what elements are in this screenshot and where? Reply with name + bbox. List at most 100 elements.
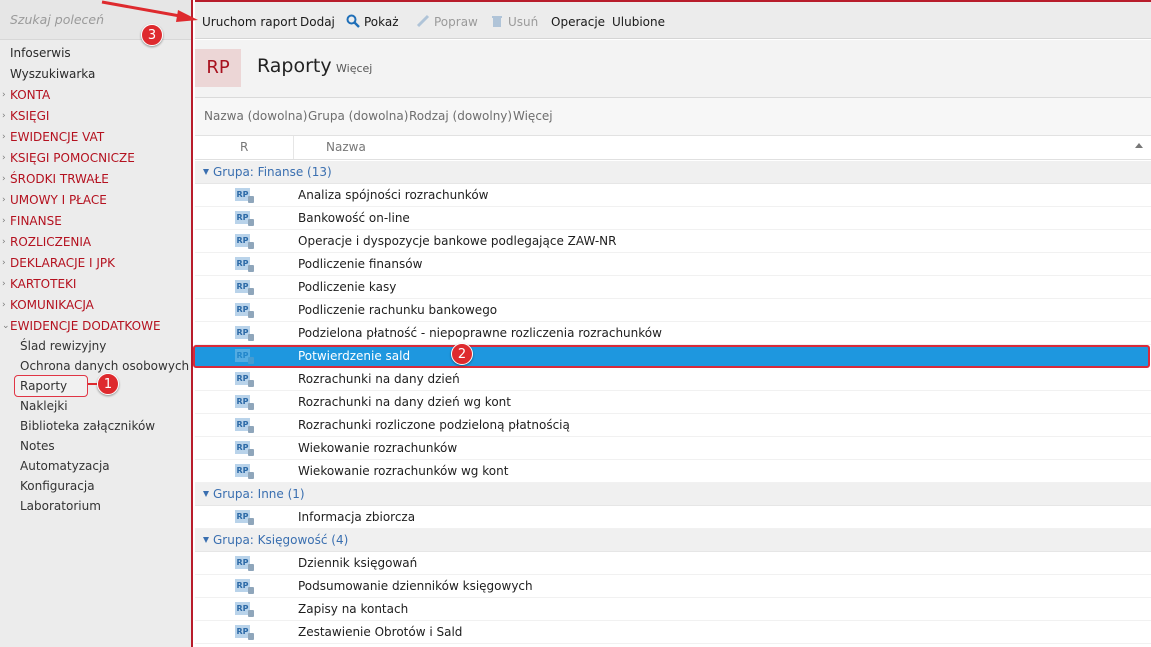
sidebar-subitem-6[interactable]: Notes: [0, 436, 191, 456]
group-header[interactable]: Grupa: Księgowość (4): [195, 529, 1151, 552]
group-label: Grupa: Finanse (13): [213, 165, 332, 179]
report-name: Bankowość on-line: [298, 211, 410, 225]
sidebar-item-label: KSIĘGI: [10, 109, 50, 123]
sidebar-subitem-3[interactable]: Raporty: [14, 375, 88, 397]
table-row[interactable]: RP Wiekowanie rozrachunków: [195, 437, 1151, 460]
report-name: Wiekowanie rozrachunków wg kont: [298, 464, 509, 478]
search-input[interactable]: Szukaj poleceń: [10, 12, 160, 30]
table-row[interactable]: RP Podliczenie finansów: [195, 253, 1151, 276]
report-name: Potwierdzenie sald: [298, 349, 411, 363]
report-name: Zapisy na kontach: [298, 602, 409, 616]
table-row[interactable]: RP Rozrachunki na dany dzień wg kont: [195, 391, 1151, 414]
filter-kind[interactable]: Rodzaj (dowolny): [409, 109, 512, 123]
table-row[interactable]: RP Podliczenie kasy: [195, 276, 1151, 299]
table-row[interactable]: RP Podsumowanie dzienników księgowych: [195, 575, 1151, 598]
filter-name[interactable]: Nazwa (dowolna): [204, 109, 307, 123]
report-locked-icon: RP: [235, 326, 255, 342]
lock-icon: [248, 334, 254, 341]
sidebar-item-7[interactable]: › ŚRODKI TRWAŁE: [0, 169, 191, 190]
table-row[interactable]: RP Rozrachunki rozliczone podzieloną płat…: [195, 414, 1151, 437]
sidebar-subitem-label: Laboratorium: [20, 499, 101, 513]
column-divider: [293, 136, 294, 159]
sidebar-item-13[interactable]: › KOMUNIKACJA: [0, 295, 191, 316]
sidebar-item-12[interactable]: › KARTOTEKI: [0, 274, 191, 295]
show-button[interactable]: Pokaż: [346, 13, 399, 31]
table-row[interactable]: RP Podzielona płatność - niepoprawne rozl…: [195, 322, 1151, 345]
sidebar-subitem-5[interactable]: Biblioteka załączników: [0, 416, 191, 436]
sidebar-item-8[interactable]: › UMOWY I PŁACE: [0, 190, 191, 211]
sidebar-subitem-1[interactable]: Ślad rewizyjny: [0, 336, 191, 356]
chevron-right-icon: ›: [2, 216, 6, 226]
table-row[interactable]: RP Zapisy na kontach: [195, 598, 1151, 621]
report-name: Wiekowanie rozrachunków: [298, 441, 458, 455]
sort-ascending-icon[interactable]: [1135, 143, 1143, 148]
sidebar-subitem-4[interactable]: Naklejki: [0, 396, 191, 416]
add-button[interactable]: Dodaj: [300, 13, 335, 31]
report-locked-icon: RP: [235, 234, 255, 250]
header-more-link[interactable]: Więcej: [336, 62, 372, 75]
column-header-name[interactable]: Nazwa: [326, 140, 366, 154]
sidebar-item-11[interactable]: › DEKLARACJE I JPK: [0, 253, 191, 274]
sidebar-subitem-2[interactable]: Ochrona danych osobowych: [0, 356, 191, 376]
sidebar-item-4[interactable]: › KSIĘGI: [0, 106, 191, 127]
sidebar-item-1[interactable]: Infoserwis: [0, 43, 191, 64]
sidebar-subitem-label: Automatyzacja: [20, 459, 110, 473]
lock-icon: [248, 449, 254, 456]
chevron-right-icon: ›: [2, 153, 6, 163]
filter-group[interactable]: Grupa (dowolna): [308, 109, 408, 123]
sidebar-item-label: Infoserwis: [10, 46, 71, 60]
add-label: Dodaj: [300, 15, 335, 29]
sidebar-item-10[interactable]: › ROZLICZENIA: [0, 232, 191, 253]
sidebar-item-5[interactable]: › EWIDENCJE VAT: [0, 127, 191, 148]
sidebar-item-label: KONTA: [10, 88, 51, 102]
sidebar-item-label: KOMUNIKACJA: [10, 298, 94, 312]
table-row[interactable]: RP Dziennik księgowań: [195, 552, 1151, 575]
sidebar-item-label: ROZLICZENIA: [10, 235, 92, 249]
table-row-selected[interactable]: RP Potwierdzenie sald: [193, 345, 1150, 368]
favorites-menu[interactable]: Ulubione: [612, 13, 665, 31]
lock-icon: [248, 403, 254, 410]
filter-bar: Nazwa (dowolna) Grupa (dowolna) Rodzaj (…: [195, 98, 1151, 136]
table-row[interactable]: RP Analiza spójności rozrachunków: [195, 184, 1151, 207]
sidebar-item-label: DEKLARACJE I JPK: [10, 256, 116, 270]
edit-button[interactable]: Popraw: [416, 13, 478, 31]
lock-icon: [248, 472, 254, 479]
table-row[interactable]: RP Informacja zbiorcza: [195, 506, 1151, 529]
sidebar-item-9[interactable]: › FINANSE: [0, 211, 191, 232]
report-locked-icon: RP: [235, 579, 255, 595]
collapse-triangle-icon[interactable]: [203, 169, 209, 175]
delete-button[interactable]: Usuń: [490, 13, 538, 31]
group-header[interactable]: Grupa: Inne (1): [195, 483, 1151, 506]
sidebar-subitem-9[interactable]: Laboratorium: [0, 496, 191, 516]
lock-icon: [248, 219, 254, 226]
table-row[interactable]: RP Wiekowanie rozrachunków wg kont: [195, 460, 1151, 483]
column-header-r[interactable]: R: [240, 140, 248, 154]
annotation-marker-2: 2: [451, 343, 473, 365]
sidebar-item-14[interactable]: ⌄ EWIDENCJE DODATKOWE: [0, 316, 191, 337]
table-row[interactable]: RP Operacje i dyspozycje bankowe podlegaj…: [195, 230, 1151, 253]
lock-icon: [248, 311, 254, 318]
sidebar-subitem-7[interactable]: Automatyzacja: [0, 456, 191, 476]
filter-more[interactable]: Więcej: [513, 109, 553, 123]
collapse-triangle-icon[interactable]: [203, 491, 209, 497]
table-row[interactable]: RP Zestawienie Obrotów i Sald: [195, 621, 1151, 644]
operations-menu[interactable]: Operacje: [551, 13, 605, 31]
run-report-button[interactable]: Uruchom raport: [202, 13, 297, 31]
sidebar-subitem-8[interactable]: Konfiguracja: [0, 476, 191, 496]
table-row[interactable]: RP Rozrachunki na dany dzień: [195, 368, 1151, 391]
table-row[interactable]: RP Podliczenie rachunku bankowego: [195, 299, 1151, 322]
sidebar-item-6[interactable]: › KSIĘGI POMOCNICZE: [0, 148, 191, 169]
group-header[interactable]: Grupa: Finanse (13): [195, 161, 1151, 184]
sidebar-item-3[interactable]: › KONTA: [0, 85, 191, 106]
collapse-triangle-icon[interactable]: [203, 537, 209, 543]
table-row[interactable]: RP Bankowość on-line: [195, 207, 1151, 230]
report-name: Podzielona płatność - niepoprawne rozlic…: [298, 326, 662, 340]
sidebar-item-label: FINANSE: [10, 214, 62, 228]
annotation-marker-1: 1: [97, 373, 119, 395]
lock-icon: [248, 633, 254, 640]
chevron-right-icon: ›: [2, 279, 6, 289]
sidebar-item-2[interactable]: Wyszukiwarka: [0, 64, 191, 85]
report-locked-icon: RP: [235, 395, 255, 411]
page-header: RP Raporty Więcej: [195, 40, 1151, 98]
lock-icon: [248, 518, 254, 525]
